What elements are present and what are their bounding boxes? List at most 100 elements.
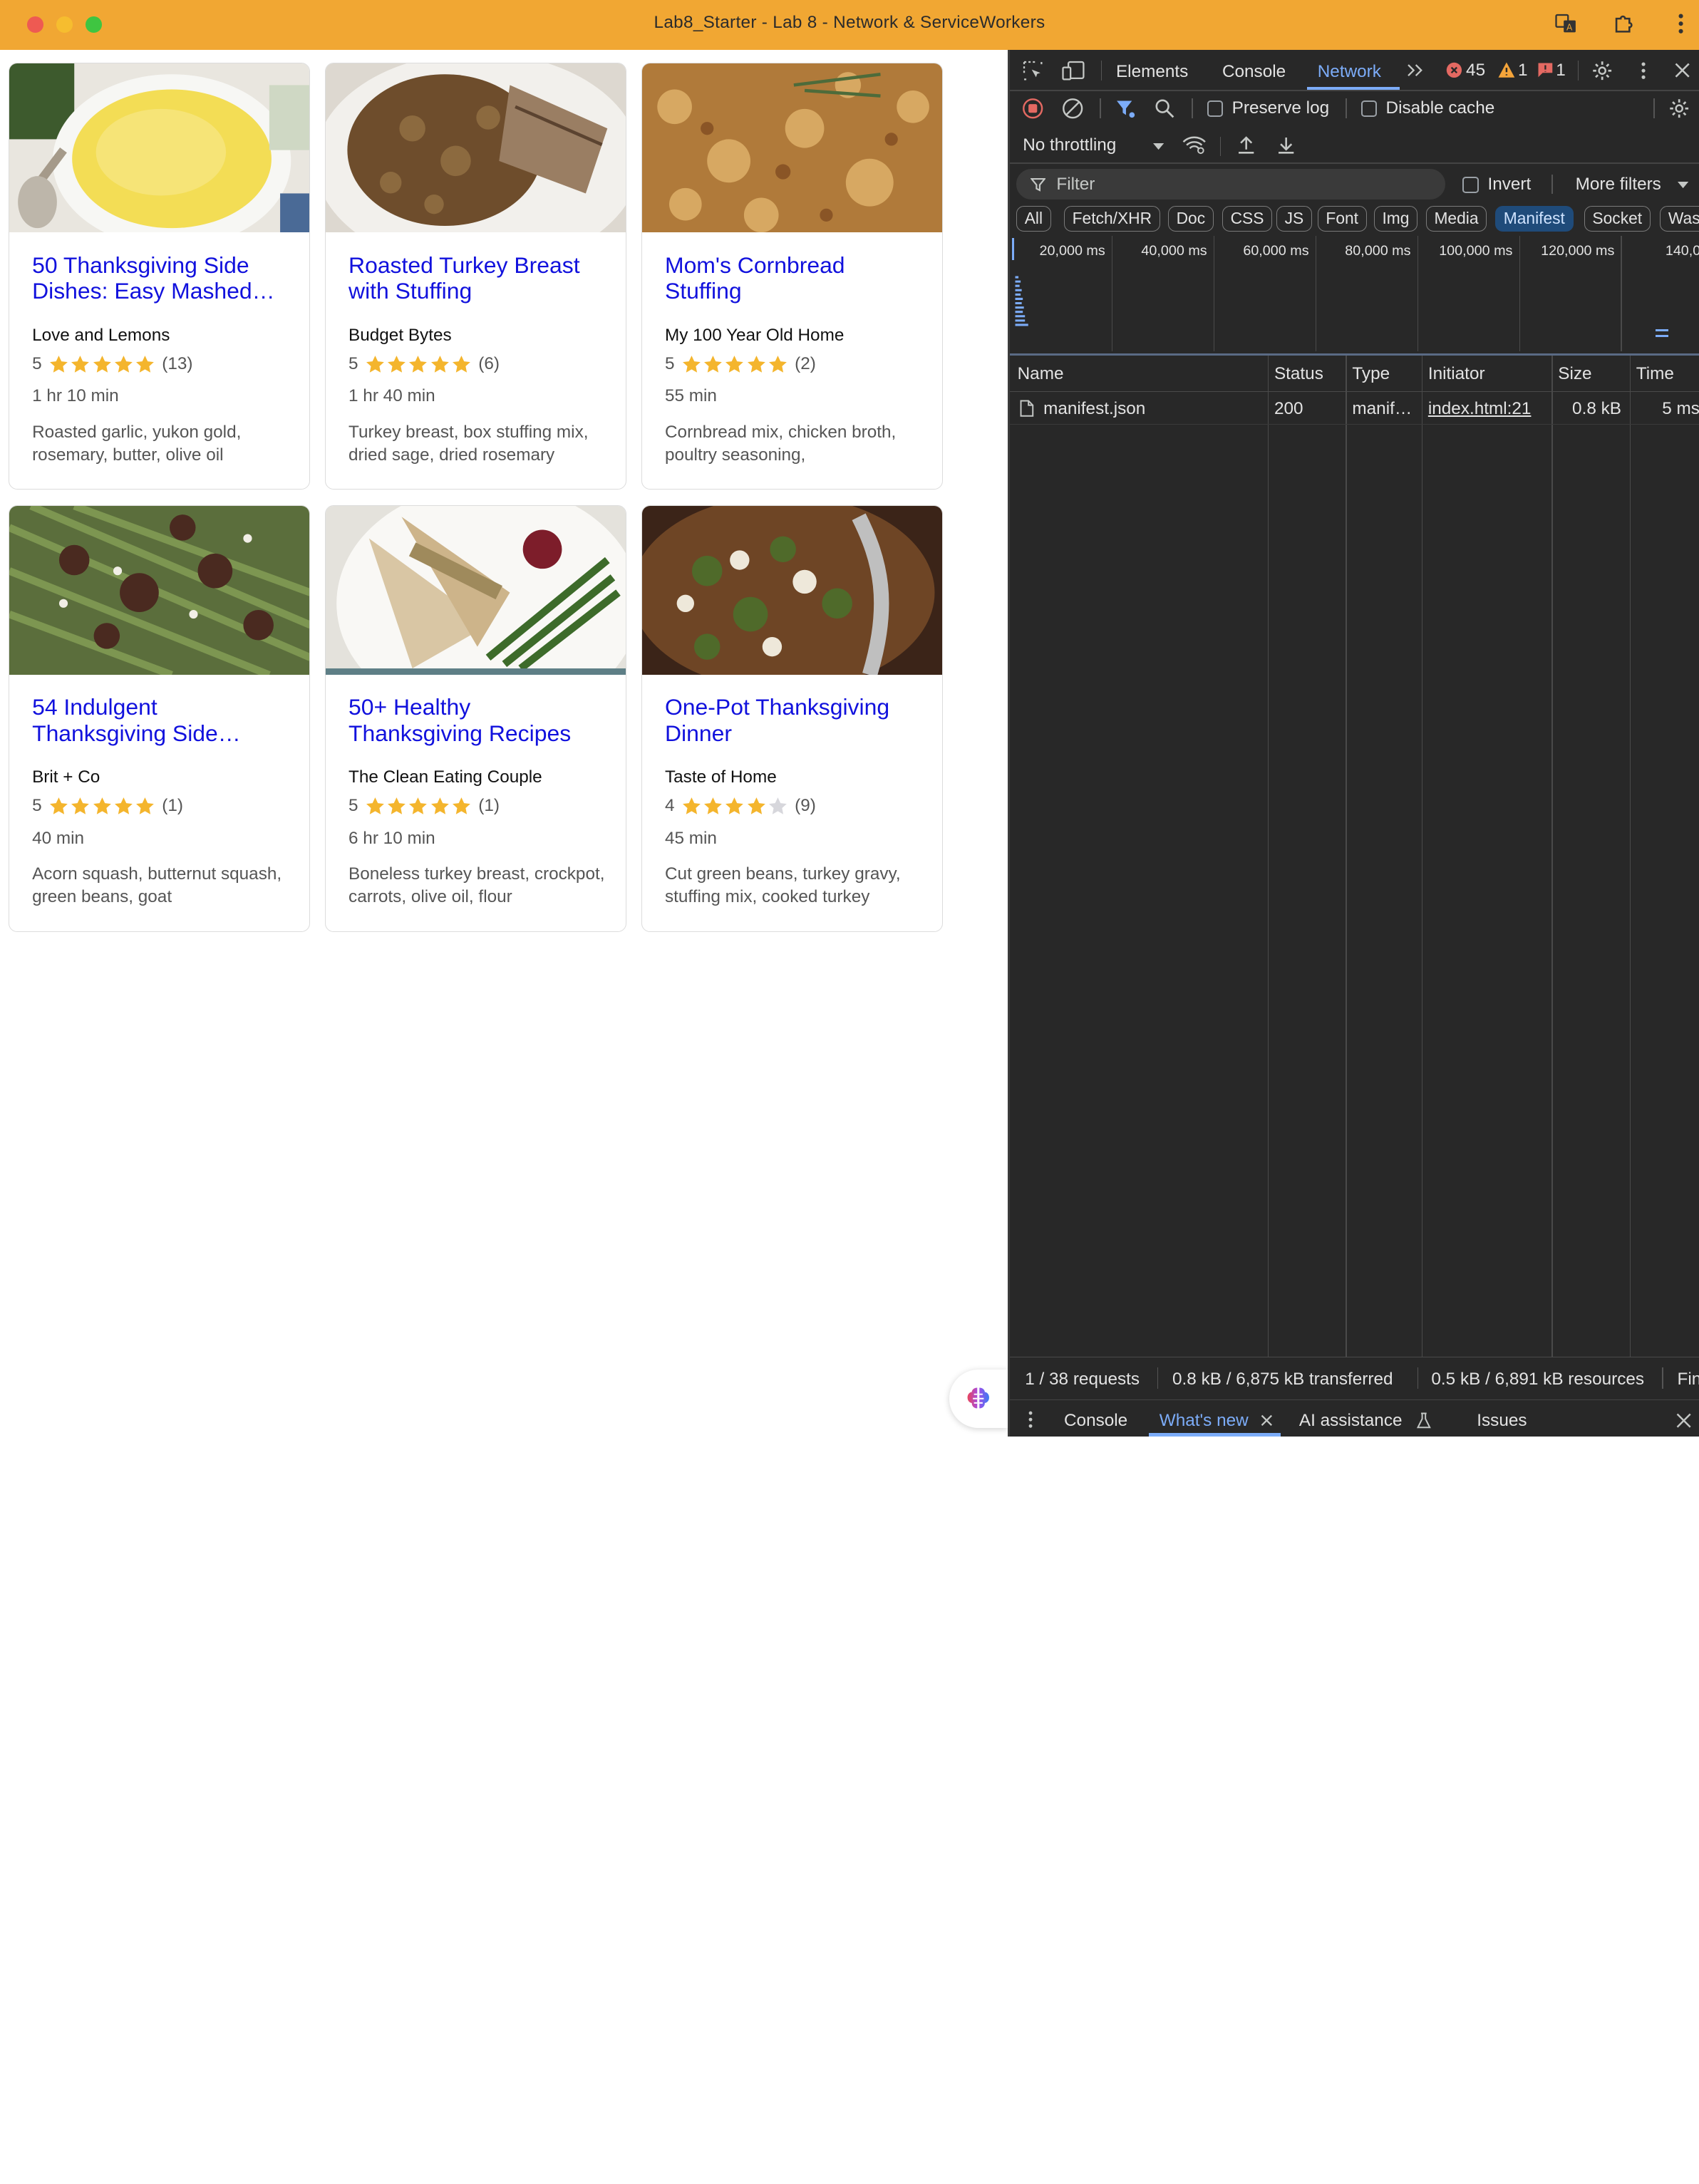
column-type[interactable]: Type	[1352, 364, 1390, 384]
browser-menu-icon[interactable]	[1668, 11, 1693, 36]
timeline-label: 60,000 ms	[1243, 242, 1309, 259]
filter-chip-img[interactable]: Img	[1373, 205, 1418, 232]
import-har-icon[interactable]	[1234, 133, 1258, 157]
recipe-source: Budget Bytes	[348, 326, 452, 346]
recipe-title-link[interactable]: Mom's Cornbread Stuffing	[665, 252, 925, 304]
column-name[interactable]: Name	[1018, 364, 1064, 384]
recipe-image[interactable]	[326, 505, 626, 675]
warning-count[interactable]: 1	[1518, 61, 1528, 81]
network-settings-gear-icon[interactable]	[1668, 96, 1691, 120]
filter-chip-doc[interactable]: Doc	[1167, 205, 1214, 232]
recipe-image[interactable]	[9, 505, 309, 675]
preserve-log-label[interactable]: Preserve log	[1232, 98, 1330, 118]
column-initiator[interactable]: Initiator	[1428, 364, 1485, 384]
more-filters-dropdown[interactable]: More filters	[1576, 175, 1661, 195]
recipe-title-link[interactable]: 50+ Healthy Thanksgiving Recipes	[348, 694, 609, 746]
recipe-image[interactable]	[9, 63, 309, 233]
recipe-rating: 5 (6)	[348, 354, 500, 375]
recipe-image[interactable]	[642, 63, 942, 233]
preserve-log-checkbox[interactable]	[1207, 100, 1224, 118]
throttling-select[interactable]: No throttling	[1023, 135, 1116, 155]
filter-chip-manifest[interactable]: Manifest	[1495, 205, 1574, 232]
recipe-title-link[interactable]: One-Pot Thanksgiving Dinner	[665, 694, 925, 746]
column-time[interactable]: Time	[1636, 364, 1674, 384]
recipe-time: 40 min	[32, 828, 85, 848]
review-count: (1)	[478, 796, 500, 816]
rating-value: 5	[664, 354, 675, 374]
filter-chip-js[interactable]: JS	[1276, 205, 1312, 232]
recipe-image[interactable]	[326, 63, 626, 233]
more-filters-arrow-icon[interactable]	[1675, 177, 1690, 192]
filter-chip-css[interactable]: CSS	[1222, 205, 1273, 232]
close-devtools-icon[interactable]	[1670, 58, 1694, 82]
issues-count[interactable]: 1	[1556, 61, 1566, 81]
error-count[interactable]: 45	[1466, 61, 1485, 81]
close-drawer-icon[interactable]	[1673, 1409, 1694, 1431]
inspect-element-icon[interactable]	[1021, 58, 1044, 82]
drawer-tab-ai-assistance[interactable]: AI assistance	[1299, 1411, 1403, 1431]
document-file-icon	[1018, 399, 1036, 418]
recipe-title-link[interactable]: Roasted Turkey Breast with Stuffing	[348, 252, 609, 304]
warning-icon[interactable]	[1497, 61, 1516, 79]
drawer-tab-issues[interactable]: Issues	[1477, 1411, 1527, 1431]
device-toolbar-icon[interactable]	[1062, 58, 1085, 82]
devtools-menu-icon[interactable]	[1636, 58, 1651, 82]
tab-console[interactable]: Console	[1222, 62, 1286, 82]
timeline-label: 120,000 ms	[1541, 242, 1615, 259]
close-whats-new-icon[interactable]	[1259, 1412, 1274, 1429]
filter-chip-was[interactable]: Was	[1660, 205, 1699, 232]
brain-icon	[967, 1387, 990, 1409]
search-icon[interactable]	[1153, 96, 1177, 120]
disable-cache-label[interactable]: Disable cache	[1386, 98, 1495, 118]
network-conditions-icon[interactable]	[1181, 133, 1207, 157]
request-name[interactable]: manifest.json	[1043, 399, 1145, 419]
request-time: 5 ms	[1662, 398, 1699, 418]
ai-assistant-button[interactable]	[949, 1369, 1008, 1428]
request-initiator-link[interactable]: index.html:21	[1428, 399, 1532, 419]
invert-checkbox[interactable]	[1462, 176, 1479, 193]
timeline-label: 100,000 ms	[1439, 242, 1513, 259]
export-har-icon[interactable]	[1274, 133, 1298, 157]
tab-network[interactable]: Network	[1318, 62, 1381, 82]
recipe-ingredients: Turkey breast, box stuffing mix, dried s…	[348, 422, 589, 465]
recipe-image[interactable]	[642, 505, 942, 675]
dropdown-arrow-icon[interactable]	[1151, 139, 1166, 154]
settings-gear-icon[interactable]	[1591, 58, 1614, 82]
filter-chip-all[interactable]: All	[1016, 205, 1051, 232]
column-status[interactable]: Status	[1274, 364, 1323, 384]
more-tabs-chevron-icon[interactable]	[1404, 60, 1425, 81]
translate-icon[interactable]: A	[1553, 11, 1579, 36]
recipe-card[interactable]: 50+ Healthy Thanksgiving Recipes The Clea…	[325, 504, 626, 932]
column-size[interactable]: Size	[1558, 364, 1591, 384]
clear-icon[interactable]	[1060, 96, 1084, 120]
recipe-title-link[interactable]: 50 Thanksgiving Side Dishes: Easy Mashed…	[32, 252, 292, 304]
filter-chip-font[interactable]: Font	[1317, 205, 1367, 232]
recipe-card[interactable]: Mom's Cornbread Stuffing My 100 Year Old …	[641, 63, 943, 490]
filter-chip-fetchxhr[interactable]: Fetch/XHR	[1063, 205, 1160, 232]
filter-chip-media[interactable]: Media	[1425, 205, 1487, 232]
stop-recording-icon[interactable]	[1021, 96, 1044, 120]
extensions-icon[interactable]	[1611, 11, 1637, 36]
recipe-rating: 4 (9)	[665, 796, 816, 817]
recipe-card[interactable]: 50 Thanksgiving Side Dishes: Easy Mashed…	[9, 63, 310, 490]
recipe-time: 1 hr 40 min	[348, 386, 435, 406]
drawer-tab-whats-new[interactable]: What's new	[1160, 1411, 1249, 1431]
drawer-tab-console[interactable]: Console	[1064, 1411, 1127, 1431]
review-count: (2)	[795, 354, 816, 374]
filter-chip-socket[interactable]: Socket	[1584, 205, 1651, 232]
star-rating-icon	[48, 796, 155, 817]
drawer-menu-icon[interactable]	[1025, 1409, 1036, 1430]
disable-cache-checkbox[interactable]	[1360, 100, 1378, 118]
issues-flag-icon[interactable]	[1537, 62, 1554, 79]
recipe-card[interactable]: 54 Indulgent Thanksgiving Side… Brit + Co…	[9, 504, 310, 932]
filter-funnel-icon[interactable]	[1114, 96, 1137, 120]
recipe-card[interactable]: Roasted Turkey Breast with Stuffing Budge…	[325, 63, 626, 490]
recipe-time: 55 min	[664, 386, 717, 406]
invert-label[interactable]: Invert	[1487, 175, 1531, 195]
recipe-title-link[interactable]: 54 Indulgent Thanksgiving Side…	[32, 694, 292, 746]
recipe-card[interactable]: One-Pot Thanksgiving Dinner Taste of Home…	[641, 504, 943, 932]
star-rating-icon	[681, 796, 788, 817]
tab-elements[interactable]: Elements	[1116, 62, 1188, 82]
request-size: 0.8 kB	[1572, 398, 1621, 418]
error-icon[interactable]	[1445, 62, 1462, 79]
